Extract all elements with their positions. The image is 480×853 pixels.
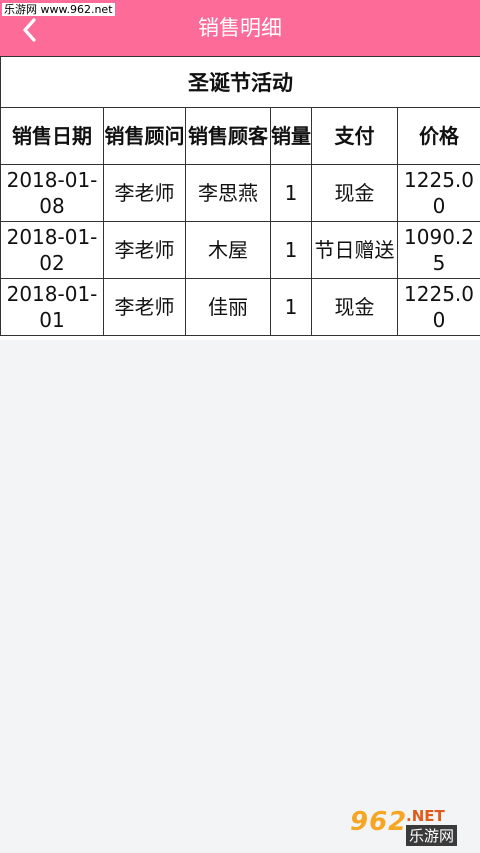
table-row[interactable]: 2018-01-02 李老师 木屋 1 节日赠送 1090.25 <box>0 221 480 279</box>
cell-payment: 现金 <box>311 278 398 336</box>
sales-table: 圣诞节活动 销售日期 销售顾问 销售顾客 销量 支付 价格 2018-01-08… <box>0 56 480 336</box>
table-row[interactable]: 2018-01-08 李老师 李思燕 1 现金 1225.00 <box>0 164 480 222</box>
table-header-row: 销售日期 销售顾问 销售顾客 销量 支付 价格 <box>0 107 480 165</box>
cell-quantity: 1 <box>270 278 312 336</box>
column-header-customer: 销售顾客 <box>185 107 271 165</box>
cell-sale-date: 2018-01-08 <box>0 164 104 222</box>
source-watermark: 乐游网 www.962.net <box>2 3 115 16</box>
cell-customer: 佳丽 <box>185 278 271 336</box>
cell-customer: 李思燕 <box>185 164 271 222</box>
cell-quantity: 1 <box>270 164 312 222</box>
cell-payment: 现金 <box>311 164 398 222</box>
cell-price: 1090.25 <box>396 221 480 279</box>
table-caption-row: 圣诞节活动 <box>0 56 480 108</box>
cell-price: 1225.00 <box>396 164 480 222</box>
column-header-price: 价格 <box>396 107 480 165</box>
column-header-payment: 支付 <box>311 107 398 165</box>
logo-cn-name: 乐游网 <box>406 825 458 846</box>
event-title: 圣诞节活动 <box>0 56 480 108</box>
cell-price: 1225.00 <box>396 278 480 336</box>
table-row[interactable]: 2018-01-01 李老师 佳丽 1 现金 1225.00 <box>0 278 480 336</box>
column-header-sale-date: 销售日期 <box>0 107 104 165</box>
site-logo-watermark: 962 .NET 乐游网 <box>344 803 474 847</box>
cell-quantity: 1 <box>270 221 312 279</box>
cell-sale-date: 2018-01-01 <box>0 278 104 336</box>
top-app-bar: 销售明细 乐游网 www.962.net <box>0 0 480 56</box>
logo-net: .NET <box>406 807 445 825</box>
logo-number: 962 <box>350 807 408 837</box>
cell-sale-date: 2018-01-02 <box>0 221 104 279</box>
cell-payment: 节日赠送 <box>311 221 398 279</box>
cell-customer: 木屋 <box>185 221 271 279</box>
cell-sales-advisor: 李老师 <box>103 221 186 279</box>
column-header-quantity: 销量 <box>270 107 312 165</box>
cell-sales-advisor: 李老师 <box>103 278 186 336</box>
column-header-sales-advisor: 销售顾问 <box>103 107 186 165</box>
sales-detail-panel: 圣诞节活动 销售日期 销售顾问 销售顾客 销量 支付 价格 2018-01-08… <box>0 56 480 340</box>
cell-sales-advisor: 李老师 <box>103 164 186 222</box>
